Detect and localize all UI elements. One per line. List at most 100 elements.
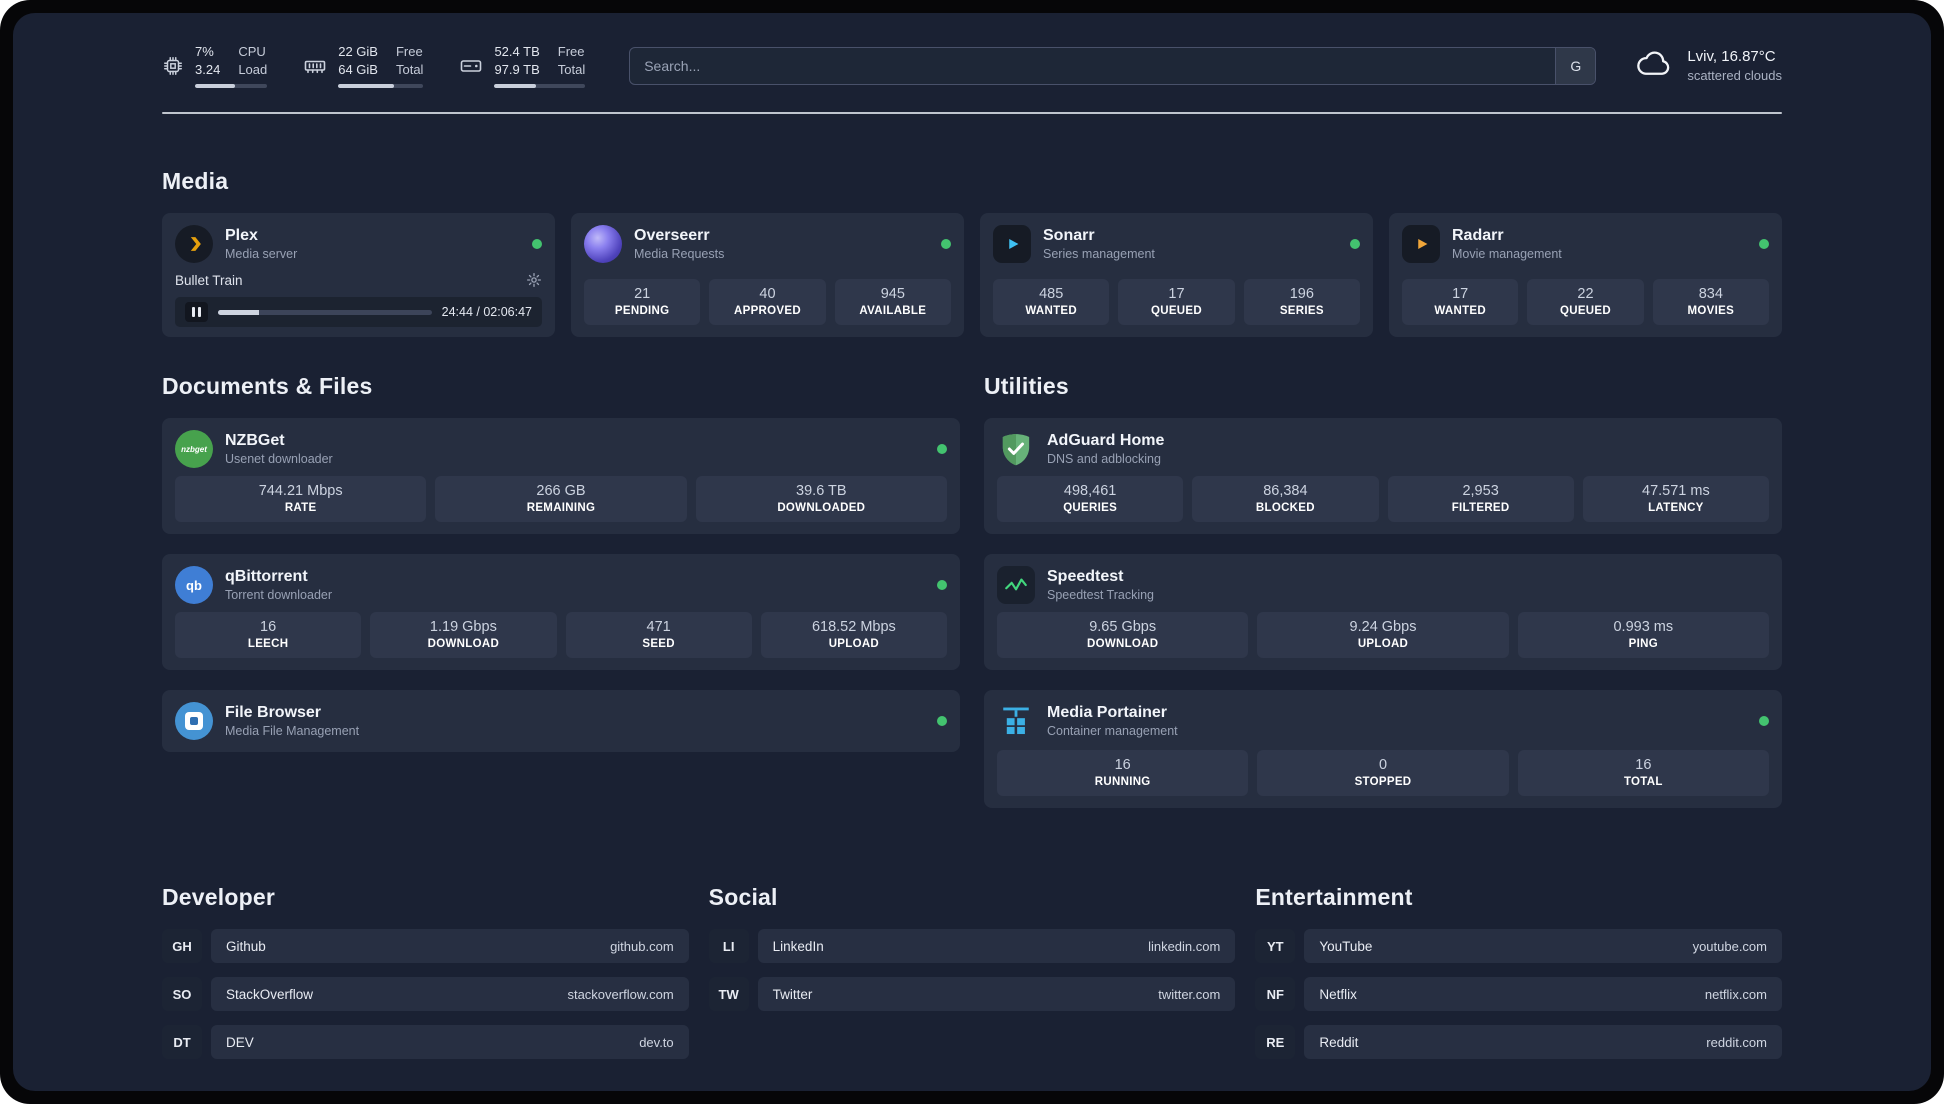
service-subtitle: Series management bbox=[1043, 247, 1155, 262]
pause-button[interactable] bbox=[185, 302, 208, 323]
portainer-crane-icon bbox=[997, 702, 1035, 740]
gear-icon[interactable] bbox=[526, 272, 542, 288]
dashboard: 7% 3.24 CPU Load 22 GiB 64 GiB Free Tota… bbox=[13, 13, 1931, 1091]
plex-card[interactable]: Plex Media server Bullet Train 24:44 / 0… bbox=[162, 213, 555, 338]
disk-total-value: 97.9 TB bbox=[494, 61, 540, 77]
link-name: DEV bbox=[226, 1034, 254, 1050]
section-entertainment: Entertainment YT YouTube youtube.com NF N… bbox=[1255, 884, 1782, 1073]
link-name: YouTube bbox=[1319, 938, 1373, 954]
speedtest-graph-icon bbox=[997, 566, 1035, 605]
weather-condition: scattered clouds bbox=[1687, 67, 1782, 83]
link-dev[interactable]: DT DEV dev.to bbox=[162, 1025, 689, 1060]
ram-progress-bar bbox=[338, 84, 424, 89]
section-developer: Developer GH Github github.com SO StackOv… bbox=[162, 884, 689, 1073]
service-name: Media Portainer bbox=[1047, 703, 1168, 721]
status-dot-online bbox=[1759, 716, 1769, 727]
qbittorrent-card[interactable]: qb qBittorrent Torrent downloader 16 LEEC… bbox=[162, 554, 960, 671]
link-stackoverflow[interactable]: SO StackOverflow stackoverflow.com bbox=[162, 977, 689, 1012]
disk-icon bbox=[459, 54, 483, 78]
stat-tile: 0 STOPPED bbox=[1257, 750, 1509, 797]
playback-time: 24:44 / 02:06:47 bbox=[441, 305, 532, 320]
ram-total-label: Total bbox=[395, 61, 424, 77]
service-name: AdGuard Home bbox=[1047, 431, 1165, 449]
disk-total-label: Total bbox=[557, 61, 586, 77]
search-input[interactable] bbox=[629, 46, 1597, 85]
status-dot-online bbox=[532, 239, 542, 250]
seek-bar[interactable] bbox=[218, 309, 432, 315]
seek-fill bbox=[218, 309, 259, 315]
sonarr-card[interactable]: Sonarr Series management 485 WANTED 17 QUE… bbox=[980, 213, 1373, 338]
link-domain: twitter.com bbox=[1158, 986, 1221, 1002]
link-name: StackOverflow bbox=[226, 986, 314, 1002]
link-domain: youtube.com bbox=[1692, 938, 1767, 954]
stat-tile: 16 LEECH bbox=[175, 612, 362, 659]
weather-location: Lviv, 16.87°C bbox=[1687, 47, 1776, 65]
link-name: Twitter bbox=[772, 986, 813, 1002]
stat-tile: 22 QUEUED bbox=[1527, 279, 1644, 326]
section-documents: Documents & Files nzbget NZBGet Usenet d… bbox=[162, 373, 960, 828]
link-domain: github.com bbox=[610, 938, 674, 954]
overseerr-card[interactable]: Overseerr Media Requests 21 PENDING 40 APP… bbox=[571, 213, 964, 338]
link-youtube[interactable]: YT YouTube youtube.com bbox=[1255, 929, 1782, 964]
link-domain: linkedin.com bbox=[1148, 938, 1221, 954]
plex-icon bbox=[175, 225, 213, 264]
overseerr-icon bbox=[584, 225, 622, 264]
service-name: File Browser bbox=[225, 703, 322, 721]
speedtest-card[interactable]: Speedtest Speedtest Tracking 9.65 Gbps DO… bbox=[984, 554, 1782, 671]
status-dot-online bbox=[937, 716, 947, 727]
service-subtitle: Media File Management bbox=[225, 724, 360, 739]
radarr-card[interactable]: Radarr Movie management 17 WANTED 22 QUEUE… bbox=[1389, 213, 1782, 338]
stat-tile: 744.21 Mbps RATE bbox=[175, 476, 427, 523]
cpu-load-value: 3.24 bbox=[195, 61, 221, 77]
link-linkedin[interactable]: LI LinkedIn linkedin.com bbox=[708, 929, 1236, 964]
service-subtitle: Usenet downloader bbox=[225, 452, 333, 467]
disk-metric: 52.4 TB 97.9 TB Free Total bbox=[459, 43, 586, 89]
section-title-entertainment: Entertainment bbox=[1255, 884, 1413, 911]
section-title-media: Media bbox=[162, 168, 229, 195]
stat-tile: 9.24 Gbps UPLOAD bbox=[1257, 612, 1509, 659]
adguard-card[interactable]: AdGuard Home DNS and adblocking 498,461 Q… bbox=[984, 418, 1782, 535]
stat-tile: 16 TOTAL bbox=[1517, 750, 1769, 797]
service-name: Speedtest bbox=[1047, 567, 1124, 585]
service-subtitle: Speedtest Tracking bbox=[1047, 588, 1155, 603]
stat-tile: 498,461 QUERIES bbox=[997, 476, 1184, 523]
stat-tile: 21 PENDING bbox=[584, 279, 701, 326]
adguard-shield-icon bbox=[997, 430, 1035, 468]
cpu-icon bbox=[162, 55, 184, 77]
nzbget-card[interactable]: nzbget NZBGet Usenet downloader 744.21 M… bbox=[162, 418, 960, 535]
service-name: Sonarr bbox=[1043, 226, 1095, 244]
filebrowser-card[interactable]: File Browser Media File Management bbox=[162, 690, 960, 753]
window-frame: 7% 3.24 CPU Load 22 GiB 64 GiB Free Tota… bbox=[0, 0, 1944, 1104]
portainer-card[interactable]: Media Portainer Container management 16 R… bbox=[984, 690, 1782, 809]
stat-tile: 39.6 TB DOWNLOADED bbox=[695, 476, 947, 523]
link-twitter[interactable]: TW Twitter twitter.com bbox=[708, 977, 1236, 1012]
link-abbr: TW bbox=[708, 977, 749, 1012]
link-netflix[interactable]: NF Netflix netflix.com bbox=[1255, 977, 1782, 1012]
nzbget-icon: nzbget bbox=[175, 430, 213, 469]
stat-tile: 17 QUEUED bbox=[1118, 279, 1235, 326]
service-subtitle: Movie management bbox=[1452, 247, 1562, 262]
section-media: Media Plex Media server Bullet Train 24:… bbox=[162, 168, 1782, 338]
cpu-progress-fill bbox=[195, 84, 235, 89]
search-engine-button[interactable]: G bbox=[1555, 47, 1596, 84]
radarr-icon bbox=[1402, 225, 1440, 264]
link-reddit[interactable]: RE Reddit reddit.com bbox=[1255, 1025, 1782, 1060]
link-domain: dev.to bbox=[639, 1034, 674, 1050]
search-bar: G bbox=[629, 46, 1597, 85]
service-subtitle: Media Requests bbox=[634, 247, 725, 262]
link-abbr: YT bbox=[1255, 929, 1296, 964]
section-title-developer: Developer bbox=[162, 884, 276, 911]
cpu-load-label: Load bbox=[238, 61, 268, 77]
stat-tile: 86,384 BLOCKED bbox=[1192, 476, 1379, 523]
link-abbr: NF bbox=[1255, 977, 1296, 1012]
stat-tile: 1.19 Gbps DOWNLOAD bbox=[370, 612, 557, 659]
section-title-documents: Documents & Files bbox=[162, 373, 373, 400]
stat-tile: 471 SEED bbox=[565, 612, 752, 659]
link-github[interactable]: GH Github github.com bbox=[162, 929, 689, 964]
service-subtitle: DNS and adblocking bbox=[1047, 452, 1161, 467]
filebrowser-icon bbox=[175, 702, 213, 741]
service-name: Plex bbox=[225, 226, 258, 244]
link-abbr: RE bbox=[1255, 1025, 1296, 1060]
service-name: qBittorrent bbox=[225, 567, 308, 585]
link-domain: netflix.com bbox=[1704, 986, 1767, 1002]
